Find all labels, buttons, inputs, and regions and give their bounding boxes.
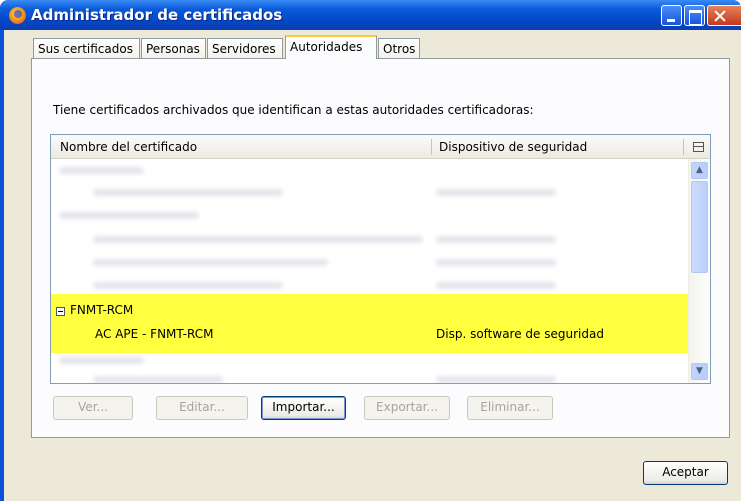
tab-personas[interactable]: Personas <box>141 38 206 58</box>
obscured-row <box>59 357 144 364</box>
obscured-row <box>93 376 223 383</box>
view-button[interactable]: Ver... <box>53 396 133 420</box>
certificate-name[interactable]: AC APE - FNMT-RCM <box>95 327 213 341</box>
close-button[interactable] <box>707 5 741 26</box>
accept-button[interactable]: Aceptar <box>643 461 728 485</box>
tab-sus-certificados[interactable]: Sus certificados <box>33 38 140 58</box>
obscured-row <box>436 189 556 196</box>
scroll-down-icon[interactable]: ▼ <box>691 363 708 380</box>
tab-otros[interactable]: Otros <box>378 38 420 58</box>
obscured-row <box>93 259 328 266</box>
obscured-row <box>59 212 199 219</box>
tab-servidores[interactable]: Servidores <box>207 38 283 58</box>
import-button[interactable]: Importar... <box>261 396 346 420</box>
column-header-name[interactable]: Nombre del certificado <box>60 140 197 154</box>
obscured-row <box>93 236 423 243</box>
edit-button[interactable]: Editar... <box>156 396 248 420</box>
obscured-row <box>436 282 556 289</box>
tab-autoridades[interactable]: Autoridades <box>285 35 377 59</box>
tree-header: Nombre del certificado Dispositivo de se… <box>51 135 710 159</box>
obscured-row <box>436 259 556 266</box>
obscured-row <box>93 282 283 289</box>
maximize-button[interactable] <box>684 5 705 26</box>
obscured-row <box>436 236 556 243</box>
column-divider[interactable] <box>683 139 684 155</box>
obscured-row <box>93 189 283 196</box>
certificate-device[interactable]: Disp. software de seguridad <box>436 327 604 341</box>
window-title: Administrador de certificados <box>31 6 283 24</box>
panel-description: Tiene certificados archivados que identi… <box>53 103 534 117</box>
column-divider[interactable] <box>431 139 432 155</box>
certificate-tree[interactable]: Nombre del certificado Dispositivo de se… <box>50 134 711 384</box>
firefox-icon <box>9 7 26 24</box>
group-label[interactable]: FNMT-RCM <box>70 303 133 317</box>
highlighted-group <box>51 294 688 353</box>
column-picker-icon[interactable] <box>693 142 704 152</box>
vertical-scrollbar[interactable]: ▲ ▼ <box>688 159 710 383</box>
certificate-manager-window: Administrador de certificados Sus certif… <box>0 0 741 501</box>
title-bar[interactable]: Administrador de certificados <box>0 0 741 30</box>
obscured-row <box>59 167 144 174</box>
scroll-up-icon[interactable]: ▲ <box>691 162 708 179</box>
delete-button[interactable]: Eliminar... <box>467 396 553 420</box>
column-header-device[interactable]: Dispositivo de seguridad <box>439 140 587 154</box>
minimize-button[interactable] <box>661 5 682 26</box>
collapse-icon[interactable] <box>56 307 65 316</box>
obscured-row <box>436 376 556 383</box>
export-button[interactable]: Exportar... <box>364 396 450 420</box>
scroll-thumb[interactable] <box>691 181 708 273</box>
